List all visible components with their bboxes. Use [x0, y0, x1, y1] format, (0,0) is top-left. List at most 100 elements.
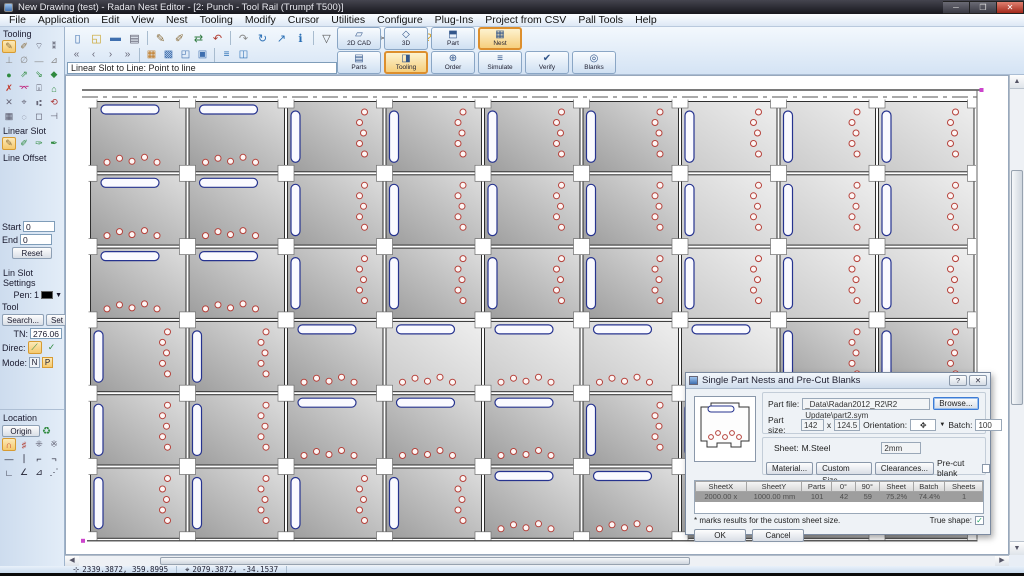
cancel-button[interactable]: Cancel	[752, 529, 804, 542]
transfer-icon[interactable]: ⇄	[190, 30, 207, 47]
tooling-tool-9-icon[interactable]: ●	[2, 68, 16, 81]
nest-part[interactable]	[386, 321, 482, 391]
jump-icon[interactable]: ↗	[273, 30, 290, 47]
nest-part[interactable]	[780, 102, 876, 172]
menu-item-file[interactable]: File	[3, 14, 32, 26]
tooling-tool-16-icon[interactable]: ⌂	[47, 82, 61, 95]
batch-input[interactable]: 100	[975, 419, 1001, 431]
table-header-batch[interactable]: Batch	[914, 481, 946, 492]
browse-button[interactable]: Browse...	[933, 397, 978, 410]
orientation-dropdown-icon[interactable]: ▼	[939, 422, 945, 428]
nest-part[interactable]	[288, 102, 384, 172]
linear-slot-tool-4-icon[interactable]: ✒	[47, 137, 61, 150]
nest-part[interactable]	[288, 175, 384, 245]
workflow-button-tooling[interactable]: ◨Tooling	[384, 51, 428, 74]
nest-part[interactable]	[583, 175, 679, 245]
split-icon[interactable]: ◫	[236, 48, 251, 61]
nest-part[interactable]	[91, 102, 187, 172]
workflow-button-simulate[interactable]: ≡Simulate	[478, 51, 522, 74]
workflow-button-blanks[interactable]: ◎Blanks	[572, 51, 616, 74]
dialog-help-button[interactable]: ?	[949, 375, 967, 386]
nest-part[interactable]	[386, 395, 482, 465]
mode-n-button[interactable]: N	[29, 357, 40, 368]
tooling-tool-1-icon[interactable]: ✎	[2, 40, 16, 53]
menu-item-utilities[interactable]: Utilities	[325, 14, 371, 26]
nest-part[interactable]	[189, 321, 285, 391]
nest-part[interactable]	[879, 248, 975, 318]
nest-part[interactable]	[91, 321, 187, 391]
tooling-tool-7-icon[interactable]: —	[32, 54, 46, 67]
menu-item-configure[interactable]: Configure	[371, 14, 429, 26]
pen-color-swatch[interactable]	[41, 291, 53, 299]
menu-item-edit[interactable]: Edit	[95, 14, 125, 26]
location-tool-6-icon[interactable]: ❘	[17, 452, 31, 465]
scroll-down-icon[interactable]: ▼	[1010, 541, 1024, 555]
save-icon[interactable]: ▬	[107, 30, 124, 47]
nest-part[interactable]	[780, 248, 876, 318]
nest-part[interactable]	[288, 248, 384, 318]
tooling-tool-20-icon[interactable]: ⟲	[47, 96, 61, 109]
table-header-parts[interactable]: Parts	[802, 481, 832, 492]
info-icon[interactable]: ℹ	[292, 30, 309, 47]
scroll-right-icon[interactable]: ▶	[995, 556, 1009, 566]
nest-part[interactable]	[189, 248, 285, 318]
tooling-tool-19-icon[interactable]: ⑆	[32, 96, 46, 109]
linear-slot-tool-1-icon[interactable]: ✎	[2, 137, 16, 150]
grid-blue-icon[interactable]: ▩	[161, 48, 176, 61]
tooling-tool-2-icon[interactable]: ✐	[17, 40, 31, 53]
print-icon[interactable]: ▤	[126, 30, 143, 47]
nest-part[interactable]	[682, 248, 778, 318]
refresh-icon[interactable]: ↻	[254, 30, 271, 47]
vertical-scrollbar[interactable]: ▲ ▼	[1009, 75, 1024, 555]
material-button[interactable]: Material...	[766, 462, 813, 475]
nest-part[interactable]	[583, 395, 679, 465]
clearances-button[interactable]: Clearances...	[875, 462, 934, 475]
menu-item-cursor[interactable]: Cursor	[282, 14, 326, 26]
last-icon[interactable]: »	[120, 48, 135, 61]
nest-part[interactable]	[189, 102, 285, 172]
tool-search-button[interactable]: Search...	[2, 314, 44, 326]
ok-button[interactable]: OK	[694, 529, 746, 542]
menu-item-tooling[interactable]: Tooling	[194, 14, 239, 26]
nest-part[interactable]	[879, 102, 975, 172]
workflow-button-verify[interactable]: ✔Verify	[525, 51, 569, 74]
tooling-tool-14-icon[interactable]: ⌤	[17, 82, 31, 95]
nest-part[interactable]	[189, 468, 285, 538]
nest-part[interactable]	[682, 102, 778, 172]
location-tool-1-icon[interactable]: ∩	[2, 438, 16, 451]
open-icon[interactable]: ◱	[88, 30, 105, 47]
tooling-tool-5-icon[interactable]: ⊥	[2, 54, 16, 67]
recycle-icon[interactable]: ♻	[42, 426, 51, 437]
nest-part[interactable]	[386, 468, 482, 538]
tooling-tool-12-icon[interactable]: ◆	[47, 68, 61, 81]
linear-slot-tool-2-icon[interactable]: ✐	[17, 137, 31, 150]
redo-icon[interactable]: ↷	[235, 30, 252, 47]
nest-part[interactable]	[485, 395, 581, 465]
linear-slot-tool-3-icon[interactable]: ✑	[32, 137, 46, 150]
nest-part[interactable]	[386, 175, 482, 245]
tooling-tool-22-icon[interactable]: ◌	[17, 110, 31, 123]
nest-part[interactable]	[682, 175, 778, 245]
tooling-tool-8-icon[interactable]: ⊿	[47, 54, 61, 67]
location-tool-7-icon[interactable]: ⌐	[32, 452, 46, 465]
zoom-extents-icon[interactable]: ▣	[195, 48, 210, 61]
precut-checkbox[interactable]	[982, 464, 990, 473]
layers-icon[interactable]: ≡	[219, 48, 234, 61]
tooling-tool-6-icon[interactable]: ∅	[17, 54, 31, 67]
pencil-icon[interactable]: ✎	[152, 30, 169, 47]
nest-part[interactable]	[485, 468, 581, 538]
tooling-tool-17-icon[interactable]: ✕	[2, 96, 16, 109]
nest-part[interactable]	[485, 102, 581, 172]
nest-part[interactable]	[91, 248, 187, 318]
nest-part[interactable]	[780, 175, 876, 245]
start-input[interactable]: 0	[23, 221, 55, 232]
direction-check-icon[interactable]: ✓	[45, 341, 59, 354]
dialog-close-button[interactable]: ✕	[969, 375, 987, 386]
workflow-button-nest[interactable]: ▦Nest	[478, 27, 522, 50]
table-header-sheets[interactable]: Sheets	[945, 481, 983, 492]
nest-part[interactable]	[386, 248, 482, 318]
nest-part[interactable]	[386, 102, 482, 172]
nest-part[interactable]	[288, 395, 384, 465]
workflow-button-part[interactable]: ⬒Part	[431, 27, 475, 50]
table-header-sheety[interactable]: SheetY	[747, 481, 803, 492]
